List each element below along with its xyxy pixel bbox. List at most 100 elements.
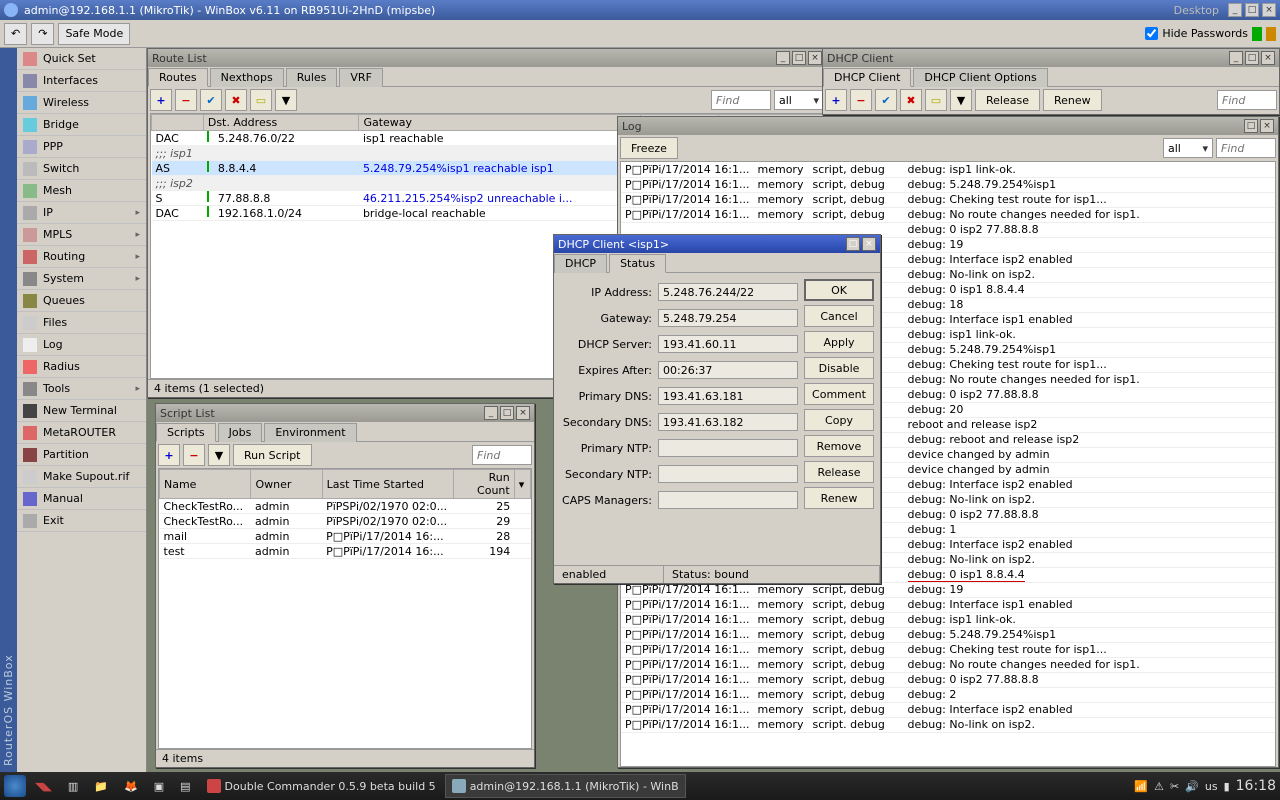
ok-button[interactable]: OK (804, 279, 874, 301)
tab-dhcp-client-options[interactable]: DHCP Client Options (913, 68, 1047, 87)
disable-button[interactable]: Disable (804, 357, 874, 379)
log-row[interactable]: Р□РїРі/17/2014 16:1...memoryscript, debu… (621, 687, 1275, 702)
tab-nexthops[interactable]: Nexthops (210, 68, 284, 87)
keyboard-layout[interactable]: us (1205, 780, 1218, 793)
sidebar-item-wireless[interactable]: Wireless (17, 92, 146, 114)
col-header[interactable]: Dst. Address (203, 115, 359, 131)
log-row[interactable]: Р□РїРі/17/2014 16:1...memoryscript, debu… (621, 672, 1275, 687)
sidebar-item-ip[interactable]: IP (17, 202, 146, 224)
tab-vrf[interactable]: VRF (339, 68, 383, 87)
volume-icon[interactable]: 🔊 (1185, 780, 1199, 793)
close-button[interactable]: × (1262, 3, 1276, 17)
enable-button[interactable]: ✔ (875, 89, 897, 111)
add-button[interactable]: + (150, 89, 172, 111)
clipboard-icon[interactable]: ✂ (1170, 780, 1179, 793)
freeze-button[interactable]: Freeze (620, 137, 678, 159)
sidebar-item-exit[interactable]: Exit (17, 510, 146, 532)
script-grid[interactable]: NameOwnerLast Time StartedRun Count▾Chec… (158, 468, 532, 749)
col-header[interactable]: Gateway (359, 115, 641, 131)
close-icon[interactable]: × (516, 406, 530, 420)
close-icon[interactable]: × (808, 51, 822, 65)
sidebar-item-mpls[interactable]: MPLS (17, 224, 146, 246)
close-icon[interactable]: × (1260, 119, 1274, 133)
filter-button[interactable]: ▼ (950, 89, 972, 111)
minimize-icon[interactable]: _ (776, 51, 790, 65)
sidebar-item-ppp[interactable]: PPP (17, 136, 146, 158)
sidebar-item-queues[interactable]: Queues (17, 290, 146, 312)
sidebar-item-routing[interactable]: Routing (17, 246, 146, 268)
sidebar-item-metarouter[interactable]: MetaROUTER (17, 422, 146, 444)
cancel-button[interactable]: Cancel (804, 305, 874, 327)
dhcp-dialog-title[interactable]: DHCP Client <isp1> □ × (554, 235, 880, 253)
firefox-icon[interactable]: 🦊 (117, 774, 145, 798)
filter-combo[interactable]: all (774, 90, 824, 110)
filter-button[interactable]: ▼ (208, 444, 230, 466)
comment-button[interactable]: ▭ (925, 89, 947, 111)
script-row[interactable]: mailadminР□РїРі/17/2014 16:...28 (160, 529, 531, 544)
close-icon[interactable]: × (1261, 51, 1275, 65)
updates-icon[interactable]: ⚠ (1154, 780, 1164, 793)
sidebar-item-new-terminal[interactable]: New Terminal (17, 400, 146, 422)
run-script-button[interactable]: Run Script (233, 444, 312, 466)
minimize-icon[interactable]: _ (484, 406, 498, 420)
log-row[interactable]: Р□РїРі/17/2014 16:1...memoryscript. debu… (621, 717, 1275, 732)
terminal-icon[interactable]: ▣ (147, 774, 171, 798)
tab-dhcp[interactable]: DHCP (554, 254, 607, 273)
taskbar-item[interactable]: Double Commander 0.5.9 beta build 5 (200, 774, 443, 798)
tab-scripts[interactable]: Scripts (156, 423, 216, 442)
log-row[interactable]: Р□РїРі/17/2014 16:1...memoryscript, debu… (621, 642, 1275, 657)
log-row[interactable]: Р□РїРі/17/2014 16:1...memoryscript, debu… (621, 612, 1275, 627)
minimize-button[interactable]: _ (1228, 3, 1242, 17)
release-button[interactable]: Release (804, 461, 874, 483)
script-list-title[interactable]: Script List _ □ × (156, 404, 534, 422)
log-filter-combo[interactable]: all (1163, 138, 1213, 158)
tab-routes[interactable]: Routes (148, 68, 208, 87)
maximize-icon[interactable]: □ (500, 406, 514, 420)
comment-button[interactable]: ▭ (250, 89, 272, 111)
log-row[interactable]: Р□РїРі/17/2014 16:1...memoryscript, debu… (621, 702, 1275, 717)
hide-passwords-toggle[interactable]: Hide Passwords (1145, 27, 1248, 40)
desktop-icon[interactable]: ▥ (61, 774, 85, 798)
sidebar-item-log[interactable]: Log (17, 334, 146, 356)
sidebar-item-make-supout[interactable]: Make Supout.rif (17, 466, 146, 488)
taskbar-item[interactable]: admin@192.168.1.1 (MikroTik) - WinB (445, 774, 686, 798)
filter-button[interactable]: ▼ (275, 89, 297, 111)
script-row[interactable]: testadminР□РїРі/17/2014 16:...194 (160, 544, 531, 559)
find-input[interactable] (1216, 138, 1276, 158)
remove-button[interactable]: − (183, 444, 205, 466)
route-list-title[interactable]: Route List _ □ × (148, 49, 826, 67)
log-row[interactable]: Р□РїРі/17/2014 16:1...memoryscript, debu… (621, 657, 1275, 672)
maximize-icon[interactable]: □ (1244, 119, 1258, 133)
wifi-icon[interactable]: 📶 (1134, 780, 1148, 793)
close-icon[interactable]: × (862, 237, 876, 251)
battery-icon[interactable]: ▮ (1224, 780, 1230, 793)
find-input[interactable] (472, 445, 532, 465)
log-row[interactable]: Р□РїРі/17/2014 16:1...memoryscript, debu… (621, 162, 1275, 177)
sidebar-item-partition[interactable]: Partition (17, 444, 146, 466)
sidebar-item-radius[interactable]: Radius (17, 356, 146, 378)
apply-button[interactable]: Apply (804, 331, 874, 353)
filemanager-icon[interactable]: 📁 (87, 774, 115, 798)
sidebar-item-system[interactable]: System (17, 268, 146, 290)
maximize-icon[interactable]: □ (1245, 51, 1259, 65)
add-button[interactable]: + (825, 89, 847, 111)
sidebar-item-quick-set[interactable]: Quick Set (17, 48, 146, 70)
hide-passwords-checkbox[interactable] (1145, 27, 1158, 40)
sidebar-item-files[interactable]: Files (17, 312, 146, 334)
remove-button[interactable]: Remove (804, 435, 874, 457)
undo-button[interactable]: ↶ (4, 23, 27, 45)
log-row[interactable]: Р□РїРі/17/2014 16:1...memoryscript, debu… (621, 597, 1275, 612)
dhcp-client-title[interactable]: DHCP Client _ □ × (823, 49, 1279, 67)
tab-rules[interactable]: Rules (286, 68, 338, 87)
redo-button[interactable]: ↷ (31, 23, 54, 45)
script-row[interactable]: CheckTestRo...adminРїРЅРі/02/1970 02:0..… (160, 514, 531, 529)
log-row[interactable]: Р□РїРі/17/2014 16:1...memoryscript, debu… (621, 627, 1275, 642)
comment-button[interactable]: Comment (804, 383, 874, 405)
log-row[interactable]: Р□РїРі/17/2014 16:1...memoryscript, debu… (621, 192, 1275, 207)
log-row[interactable]: Р□РїРі/17/2014 16:1...memoryscript, debu… (621, 207, 1275, 222)
sidebar-item-mesh[interactable]: Mesh (17, 180, 146, 202)
editor-icon[interactable]: ▤ (173, 774, 197, 798)
script-list-window[interactable]: Script List _ □ × ScriptsJobsEnvironment… (155, 403, 535, 768)
remove-button[interactable]: − (850, 89, 872, 111)
activity-icon[interactable]: ◥◣ (28, 774, 59, 798)
